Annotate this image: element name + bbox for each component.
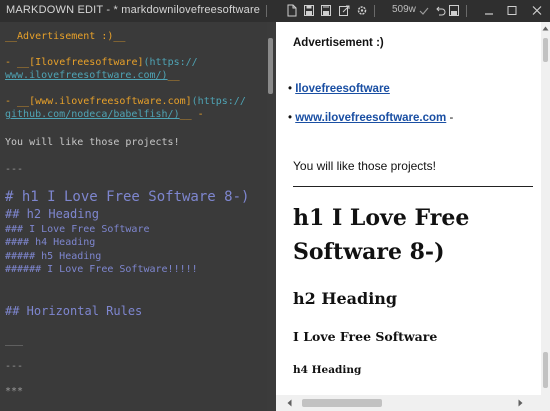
editor-link1-text: [Ilovefreesoftware] [29,57,144,68]
preview-link2-tail: - [446,112,454,124]
preview-h2: h2 Heading [293,289,398,308]
title-bar: MARKDOWN EDIT - * markdownilovefreesoftw… [0,0,550,22]
editor-link1-url-b: www.ilovefreesoftware.com/) [5,70,168,81]
scroll-up-icon[interactable] [542,26,549,31]
editor-rule-3: --- [5,361,24,372]
preview-h1-line1: h1 I Love Free [293,205,470,231]
editor-link2-line1: - __[www.ilovefreesoftware.com](https:// [5,95,246,108]
preview-horizontal-rule [293,186,533,187]
editor-link2-text: [www.ilovefreesoftware.com] [29,96,192,107]
editor-rule-4: *** [5,386,24,397]
new-file-icon[interactable] [286,4,298,17]
editor-h6: ###### I Love Free Software!!!!! [5,264,198,275]
editor-h3: ### I Love Free Software [5,224,150,235]
toolbar-separator [374,5,375,17]
editor-link1-tail: __ [167,70,180,81]
preview-list-item-2: • www.ilovefreesoftware.com - [288,112,453,124]
editor-link2-url-a: (https:// [191,96,246,107]
preview-h4: h4 Heading [293,364,362,376]
close-icon[interactable] [531,4,543,17]
scroll-right-icon[interactable] [518,399,523,407]
editor-link1-line2: www.ilovefreesoftware.com/)__ [5,69,180,82]
editor-h2: ## h2 Heading [5,207,99,221]
editor-link2-dash: - __ [5,96,30,107]
editor-link1-url-a: (https:// [143,57,198,68]
preview-scrollbar[interactable] [541,22,550,411]
save-icon[interactable] [303,4,315,17]
preview-paragraph: You will like those projects! [293,159,436,173]
window-controls-separator [466,5,467,17]
preview-link-www[interactable]: www.ilovefreesoftware.com [295,112,446,124]
editor-scrollbar[interactable] [266,22,275,411]
preview-link-ilovefreesoftware[interactable]: Ilovefreesoftware [295,83,390,95]
undo-icon[interactable] [434,4,446,17]
editor-link2-tail: __ - [179,109,204,120]
editor-section-heading: ## Horizontal Rules [5,304,143,318]
preview-scrollbar-lower-thumb[interactable] [543,352,548,388]
save-small-icon[interactable] [448,4,460,17]
markdown-preview: Advertisement :) • Ilovefreesoftware • w… [276,22,541,395]
editor-h5: ##### h5 Heading [5,251,102,262]
preview-hscroll-thumb[interactable] [302,399,382,407]
editor-link2-line2: github.com/nodeca/babelfish/)__ - [5,108,204,121]
preview-scrollbar-thumb[interactable] [543,38,548,62]
preview-h3: I Love Free Software [293,329,438,344]
editor-link2-url-b: github.com/nodeca/babelfish/) [5,109,180,120]
bullet-icon: • [288,112,293,124]
maximize-icon[interactable] [506,4,518,17]
save-as-icon[interactable] [320,4,332,17]
editor-rule-1: --- [5,164,24,175]
editor-paragraph: You will like those projects! [5,137,180,148]
check-icon[interactable] [418,4,430,17]
preview-list-item-1: • Ilovefreesoftware [288,83,390,95]
preview-horizontal-scrollbar[interactable] [276,395,550,411]
preview-h1-line2: Software 8-) [293,239,445,265]
editor-rule-2: ___ [5,335,24,346]
editor-scrollbar-thumb[interactable] [268,38,273,94]
window-title: MARKDOWN EDIT - * markdownilovefreesoftw… [6,4,261,16]
export-icon[interactable] [338,4,350,17]
editor-h1: # h1 I Love Free Software 8-) [5,189,250,205]
word-count: 509w [392,4,416,15]
editor-advert-heading: __Advertisement :)__ [5,31,126,42]
editor-link1-dash: - __ [5,57,30,68]
title-separator [266,5,267,17]
editor-h4: #### h4 Heading [5,237,96,248]
bullet-icon: • [288,83,293,95]
minimize-icon[interactable] [483,4,495,17]
scroll-left-icon[interactable] [287,399,292,407]
markdown-editor[interactable]: __Advertisement :)__ - __[Ilovefreesoftw… [0,22,267,411]
preview-advert-heading: Advertisement :) [293,37,384,49]
settings-icon[interactable] [356,4,368,17]
editor-link1-line1: - __[Ilovefreesoftware](https:// [5,56,198,69]
